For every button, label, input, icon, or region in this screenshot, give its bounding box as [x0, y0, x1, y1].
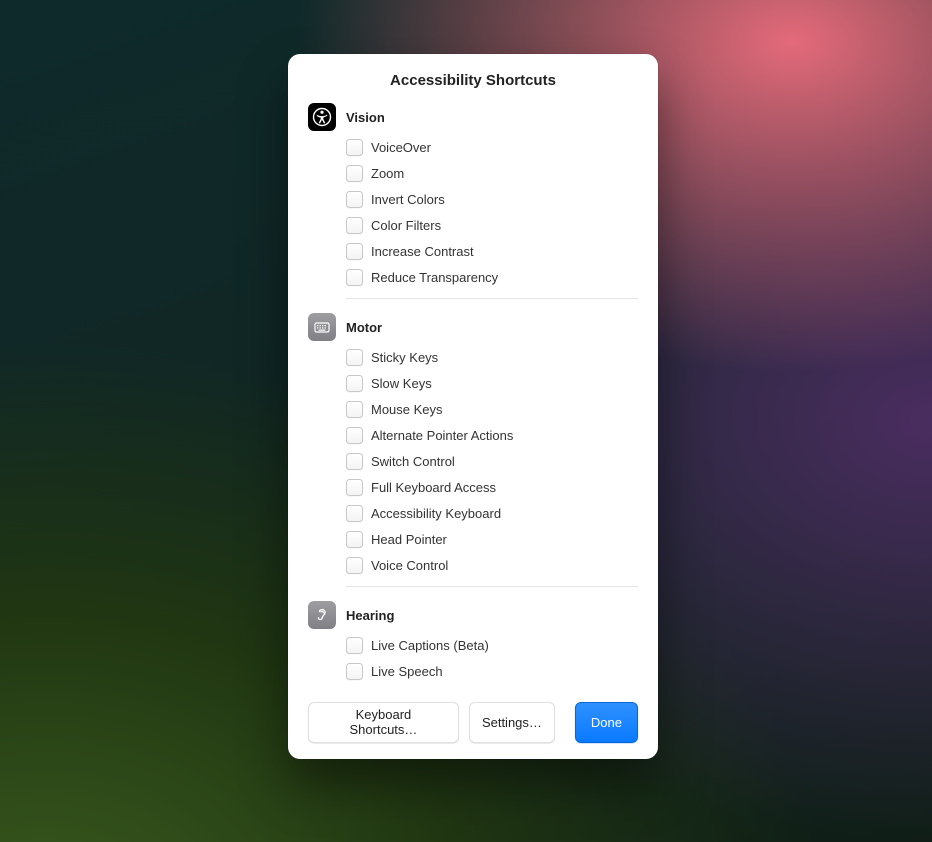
- option-live-speech[interactable]: Live Speech: [346, 663, 638, 680]
- option-zoom[interactable]: Zoom: [346, 165, 638, 182]
- option-label: Live Captions (Beta): [371, 638, 489, 653]
- option-label: Reduce Transparency: [371, 270, 498, 285]
- section-header-hearing: Hearing: [308, 601, 638, 629]
- section-options-vision: VoiceOver Zoom Invert Colors Color Filte…: [308, 139, 638, 286]
- section-title: Hearing: [346, 608, 394, 623]
- accessibility-shortcuts-dialog: Accessibility Shortcuts Vision VoiceOver…: [288, 54, 658, 759]
- option-live-captions[interactable]: Live Captions (Beta): [346, 637, 638, 654]
- option-voice-control[interactable]: Voice Control: [346, 557, 638, 574]
- option-slow-keys[interactable]: Slow Keys: [346, 375, 638, 392]
- section-header-vision: Vision: [308, 103, 638, 131]
- section-header-motor: Motor: [308, 313, 638, 341]
- checkbox[interactable]: [346, 165, 363, 182]
- settings-button[interactable]: Settings…: [469, 702, 555, 743]
- checkbox[interactable]: [346, 217, 363, 234]
- done-button[interactable]: Done: [575, 702, 638, 743]
- option-label: Mouse Keys: [371, 402, 443, 417]
- option-switch-control[interactable]: Switch Control: [346, 453, 638, 470]
- checkbox[interactable]: [346, 349, 363, 366]
- option-label: Increase Contrast: [371, 244, 474, 259]
- section-title: Vision: [346, 110, 385, 125]
- checkbox[interactable]: [346, 269, 363, 286]
- option-label: Head Pointer: [371, 532, 447, 547]
- option-label: Switch Control: [371, 454, 455, 469]
- option-color-filters[interactable]: Color Filters: [346, 217, 638, 234]
- divider: [346, 298, 638, 299]
- option-reduce-transparency[interactable]: Reduce Transparency: [346, 269, 638, 286]
- section-motor: Motor Sticky Keys Slow Keys Mouse Keys A…: [308, 313, 638, 574]
- keyboard-icon: [308, 313, 336, 341]
- keyboard-shortcuts-button[interactable]: Keyboard Shortcuts…: [308, 702, 459, 743]
- option-label: Color Filters: [371, 218, 441, 233]
- option-increase-contrast[interactable]: Increase Contrast: [346, 243, 638, 260]
- checkbox[interactable]: [346, 401, 363, 418]
- checkbox[interactable]: [346, 139, 363, 156]
- section-options-motor: Sticky Keys Slow Keys Mouse Keys Alterna…: [308, 349, 638, 574]
- option-label: Invert Colors: [371, 192, 445, 207]
- ear-icon: [308, 601, 336, 629]
- option-label: Alternate Pointer Actions: [371, 428, 513, 443]
- section-title: Motor: [346, 320, 382, 335]
- option-label: Slow Keys: [371, 376, 432, 391]
- option-label: Full Keyboard Access: [371, 480, 496, 495]
- option-voiceover[interactable]: VoiceOver: [346, 139, 638, 156]
- option-sticky-keys[interactable]: Sticky Keys: [346, 349, 638, 366]
- option-head-pointer[interactable]: Head Pointer: [346, 531, 638, 548]
- checkbox[interactable]: [346, 637, 363, 654]
- checkbox[interactable]: [346, 191, 363, 208]
- checkbox[interactable]: [346, 427, 363, 444]
- divider: [346, 586, 638, 587]
- option-label: VoiceOver: [371, 140, 431, 155]
- option-label: Live Speech: [371, 664, 443, 679]
- checkbox[interactable]: [346, 557, 363, 574]
- checkbox[interactable]: [346, 375, 363, 392]
- option-label: Zoom: [371, 166, 404, 181]
- dialog-title: Accessibility Shortcuts: [308, 72, 638, 89]
- section-options-hearing: Live Captions (Beta) Live Speech: [308, 637, 638, 680]
- accessibility-icon: [308, 103, 336, 131]
- dialog-footer: Keyboard Shortcuts… Settings… Done: [308, 702, 638, 743]
- checkbox[interactable]: [346, 505, 363, 522]
- option-accessibility-keyboard[interactable]: Accessibility Keyboard: [346, 505, 638, 522]
- checkbox[interactable]: [346, 243, 363, 260]
- option-label: Voice Control: [371, 558, 448, 573]
- option-invert-colors[interactable]: Invert Colors: [346, 191, 638, 208]
- checkbox[interactable]: [346, 479, 363, 496]
- section-vision: Vision VoiceOver Zoom Invert Colors Colo…: [308, 103, 638, 286]
- checkbox[interactable]: [346, 663, 363, 680]
- option-full-keyboard-access[interactable]: Full Keyboard Access: [346, 479, 638, 496]
- option-label: Accessibility Keyboard: [371, 506, 501, 521]
- option-label: Sticky Keys: [371, 350, 438, 365]
- section-hearing: Hearing Live Captions (Beta) Live Speech: [308, 601, 638, 680]
- checkbox[interactable]: [346, 531, 363, 548]
- option-alternate-pointer-actions[interactable]: Alternate Pointer Actions: [346, 427, 638, 444]
- option-mouse-keys[interactable]: Mouse Keys: [346, 401, 638, 418]
- checkbox[interactable]: [346, 453, 363, 470]
